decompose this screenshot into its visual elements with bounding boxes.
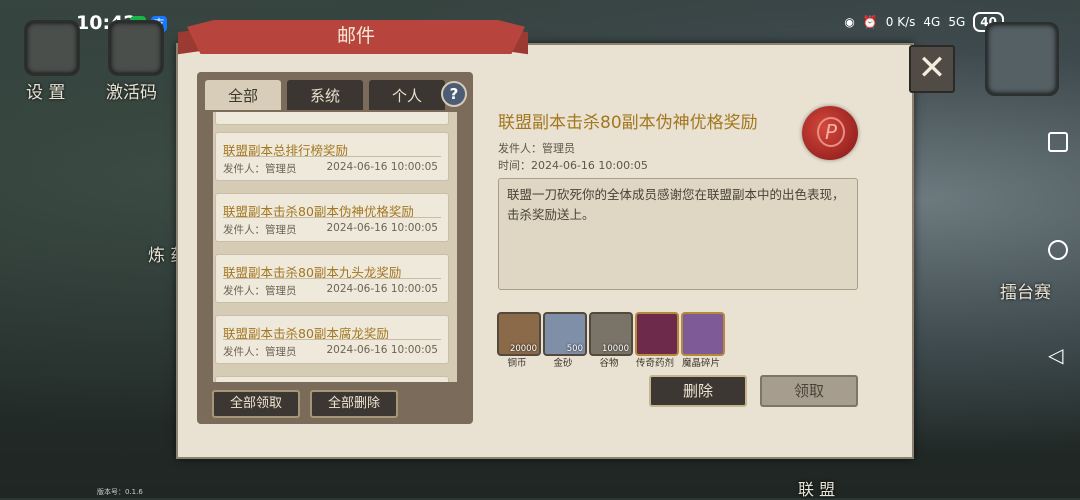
reward-gold-sand-icon[interactable]: 500 <box>543 312 587 356</box>
reward-label: 魔晶碎片 <box>681 358 720 369</box>
wax-seal-icon: P <box>802 106 858 160</box>
list-item[interactable] <box>215 376 449 382</box>
mail-body: 联盟一刀砍死你的全体成员感谢您在联盟副本中的出色表现，击杀奖励送上。 <box>498 178 858 290</box>
alliance-label: 联 盟 <box>798 480 836 499</box>
divider <box>223 339 441 340</box>
list-item[interactable]: 联盟副本击杀80副本九头龙奖励 发件人：管理员 2024-06-16 10:00… <box>215 254 449 303</box>
tab-personal[interactable]: 个人 <box>369 80 445 110</box>
seal-letter: P <box>817 117 845 147</box>
reward-copper-coin-icon[interactable]: 20000 <box>497 312 541 356</box>
help-icon[interactable]: ? <box>441 81 467 107</box>
code-label: 激活码 <box>106 83 157 103</box>
reward-label: 传奇药剂 <box>635 358 674 369</box>
settings-gear-icon[interactable] <box>24 20 80 76</box>
status-indicators: ◉ ⏰ 0 K/s 4G 5G 40 <box>844 12 1004 32</box>
list-item[interactable] <box>215 112 449 125</box>
mail-list-panel: 全部 系统 个人 ? 联盟副本总排行榜奖励 发件人：管理员 2024-06-16… <box>197 72 473 424</box>
mail-date: 2024-06-16 10:00:05 <box>326 161 438 173</box>
mail-detail-title: 联盟副本击杀80副本伪神优格奖励 <box>498 113 758 133</box>
delete-button[interactable]: 删除 <box>649 375 747 407</box>
return-arrow-icon[interactable] <box>985 22 1059 96</box>
mail-date: 2024-06-16 10:00:05 <box>326 344 438 356</box>
list-item[interactable]: 联盟副本击杀80副本伪神优格奖励 发件人：管理员 2024-06-16 10:0… <box>215 193 449 242</box>
reward-crystal-shard-icon[interactable] <box>681 312 725 356</box>
divider <box>223 278 441 279</box>
version-text: 版本号：0.1.6 <box>97 488 143 496</box>
mail-sender: 发件人：管理员 <box>223 346 297 358</box>
list-item[interactable]: 联盟副本总排行榜奖励 发件人：管理员 2024-06-16 10:00:05 <box>215 132 449 181</box>
signal-5g: 5G <box>948 15 966 29</box>
tab-all[interactable]: 全部 <box>205 80 281 110</box>
alarm-icon: ⏰ <box>862 15 878 29</box>
reward-legend-potion-icon[interactable] <box>635 312 679 356</box>
settings-label: 设 置 <box>26 83 66 103</box>
activation-code-icon[interactable] <box>108 20 164 76</box>
divider <box>223 156 441 157</box>
close-button[interactable]: ✕ <box>909 45 955 93</box>
recent-apps-icon[interactable] <box>1048 132 1068 152</box>
mail-sender: 发件人：管理员 <box>223 224 297 236</box>
mail-list[interactable]: 联盟副本总排行榜奖励 发件人：管理员 2024-06-16 10:00:05 联… <box>213 112 457 382</box>
mail-date: 2024-06-16 10:00:05 <box>326 222 438 234</box>
mail-date: 2024-06-16 10:00:05 <box>326 283 438 295</box>
reward-label: 谷物 <box>599 358 619 369</box>
arena-label: 擂台赛 <box>1000 283 1051 303</box>
reward-count: 20000 <box>509 344 537 354</box>
mail-tabs: 全部 系统 个人 <box>205 80 451 110</box>
eye-icon: ◉ <box>844 15 855 29</box>
divider <box>223 217 441 218</box>
reward-grain-icon[interactable]: 10000 <box>589 312 633 356</box>
reward-count: 10000 <box>601 344 629 354</box>
list-item[interactable]: 联盟副本击杀80副本腐龙奖励 发件人：管理员 2024-06-16 10:00:… <box>215 315 449 364</box>
tab-system[interactable]: 系统 <box>287 80 363 110</box>
mail-sender: 发件人：管理员 <box>223 285 297 297</box>
back-icon[interactable]: ◁ <box>1048 345 1068 365</box>
signal-4g: 4G <box>923 15 941 29</box>
mail-sender: 发件人：管理员 <box>223 163 297 175</box>
home-icon[interactable] <box>1048 240 1068 260</box>
reward-count: 500 <box>566 344 583 354</box>
detail-time: 时间：2024-06-16 10:00:05 <box>498 159 648 172</box>
net-speed: 0 K/s <box>885 15 916 29</box>
reward-label: 铜币 <box>507 358 527 369</box>
claim-button[interactable]: 领取 <box>760 375 858 407</box>
claim-all-button[interactable]: 全部领取 <box>212 390 300 418</box>
delete-all-button[interactable]: 全部删除 <box>310 390 398 418</box>
mail-body-text: 联盟一刀砍死你的全体成员感谢您在联盟副本中的出色表现，击杀奖励送上。 <box>507 187 845 222</box>
detail-sender: 发件人：管理员 <box>498 142 575 155</box>
reward-label: 金砂 <box>553 358 573 369</box>
dialog-title: 邮件 <box>187 20 525 54</box>
